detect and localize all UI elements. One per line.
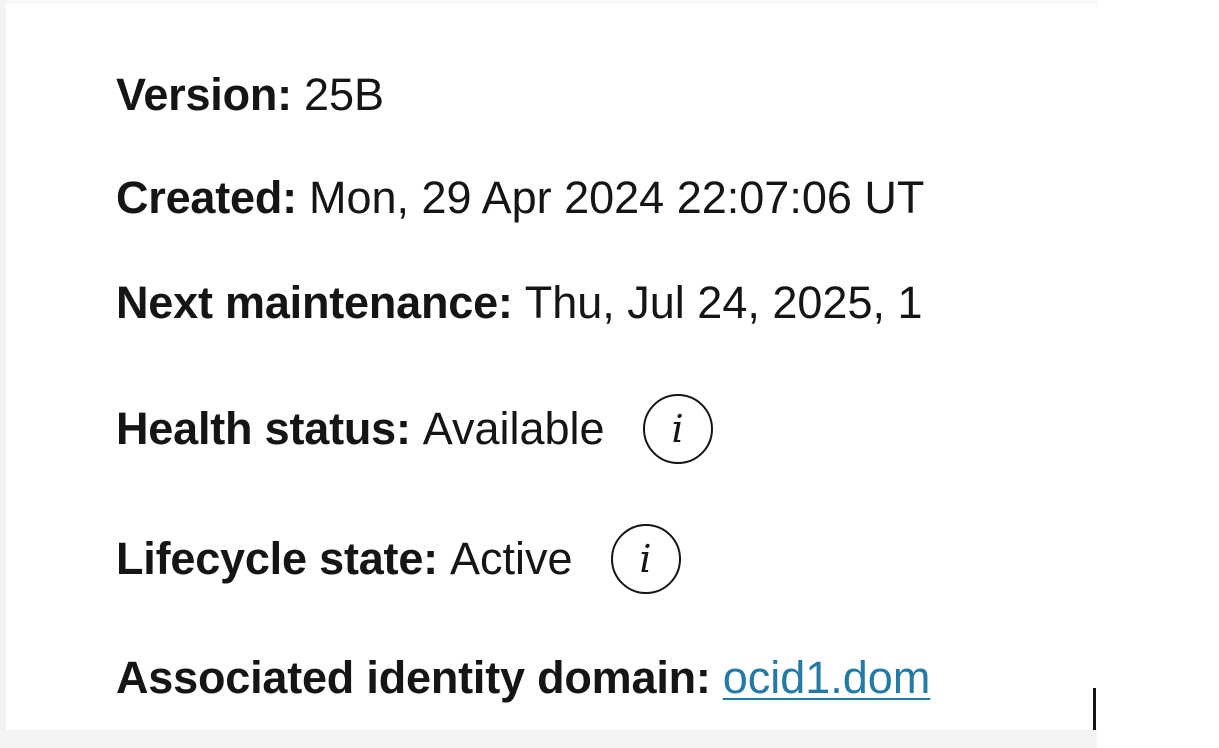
health-status-info-icon[interactable]: i — [642, 394, 713, 464]
details-panel: Version: 25B Created: Mon, 29 Apr 2024 2… — [0, 0, 1219, 748]
text-cursor — [1093, 688, 1096, 730]
next-maintenance-value: Thu, Jul 24, 2025, 1 — [524, 277, 923, 328]
next-maintenance-row: Next maintenance: Thu, Jul 24, 2025, 1 — [116, 275, 923, 331]
created-label: Created: — [116, 172, 297, 223]
version-label: Version: — [116, 69, 292, 120]
info-glyph: i — [639, 537, 652, 581]
identity-domain-row: Associated identity domain: ocid1.dom — [116, 650, 930, 706]
health-status-label: Health status: — [116, 403, 411, 454]
identity-domain-label: Associated identity domain: — [116, 652, 711, 703]
lifecycle-state-row: Lifecycle state: Active i — [116, 524, 681, 594]
info-glyph: i — [671, 407, 684, 451]
health-status-value: Available — [422, 403, 605, 454]
lifecycle-state-info-icon[interactable]: i — [610, 524, 681, 594]
panel-bottom-edge — [0, 730, 1097, 748]
lifecycle-state-label: Lifecycle state: — [116, 533, 438, 584]
version-value: 25B — [303, 69, 385, 120]
created-row: Created: Mon, 29 Apr 2024 22:07:06 UT — [116, 170, 924, 226]
details-list: Version: 25B Created: Mon, 29 Apr 2024 2… — [6, 4, 1095, 730]
identity-domain-link[interactable]: ocid1.dom — [723, 650, 931, 706]
version-row: Version: 25B — [116, 67, 384, 123]
lifecycle-state-value: Active — [449, 533, 573, 584]
next-maintenance-label: Next maintenance: — [116, 277, 513, 328]
health-status-row: Health status: Available i — [116, 394, 713, 464]
created-value: Mon, 29 Apr 2024 22:07:06 UT — [308, 172, 925, 223]
